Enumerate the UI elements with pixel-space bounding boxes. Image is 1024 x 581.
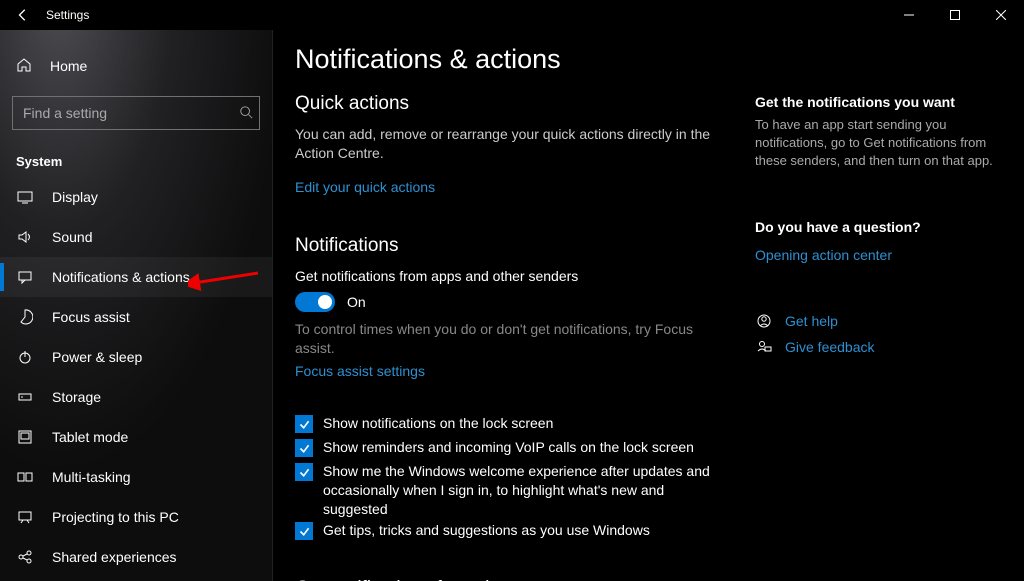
projecting-icon	[16, 509, 34, 525]
notifications-icon	[16, 269, 34, 285]
checkbox-checked-icon[interactable]	[295, 463, 313, 481]
toggle-knob	[318, 295, 332, 309]
opening-action-center-link[interactable]: Opening action center	[755, 247, 892, 263]
feedback-label: Give feedback	[785, 339, 875, 355]
help-label: Get help	[785, 313, 838, 329]
titlebar: Settings	[0, 0, 1024, 30]
minimize-button[interactable]	[886, 0, 932, 30]
focus-assist-icon	[16, 309, 34, 325]
check-row-lock-screen[interactable]: Show notifications on the lock screen	[295, 414, 725, 433]
sidebar-item-label: Storage	[52, 389, 101, 405]
sidebar-item-display[interactable]: Display	[0, 177, 272, 217]
check-label: Show reminders and incoming VoIP calls o…	[323, 438, 694, 457]
notifications-toggle-label: Get notifications from apps and other se…	[295, 267, 725, 286]
sidebar-item-label: Focus assist	[52, 309, 130, 325]
checkbox-checked-icon[interactable]	[295, 439, 313, 457]
sidebar-item-label: Tablet mode	[52, 429, 128, 445]
back-button[interactable]	[8, 8, 38, 22]
power-icon	[16, 349, 34, 365]
window-title: Settings	[38, 8, 89, 22]
check-label: Show me the Windows welcome experience a…	[323, 462, 725, 519]
side-block1-title: Get the notifications you want	[755, 94, 1015, 110]
notifications-toggle[interactable]	[295, 292, 335, 312]
sidebar-item-sound[interactable]: Sound	[0, 217, 272, 257]
search-icon	[239, 105, 253, 122]
checkbox-checked-icon[interactable]	[295, 522, 313, 540]
sidebar-item-label: Sound	[52, 229, 92, 245]
check-row-voip[interactable]: Show reminders and incoming VoIP calls o…	[295, 438, 725, 457]
content-area: Notifications & actions Quick actions Yo…	[272, 30, 1024, 581]
side-block1-text: To have an app start sending you notific…	[755, 116, 1015, 171]
edit-quick-actions-link[interactable]: Edit your quick actions	[295, 179, 435, 195]
nav-list: Display Sound Notifications & actions Fo…	[0, 177, 272, 577]
sidebar-section-label: System	[0, 138, 272, 177]
check-label: Get tips, tricks and suggestions as you …	[323, 521, 650, 540]
home-nav[interactable]: Home	[0, 48, 272, 84]
focus-assist-desc: To control times when you do or don't ge…	[295, 320, 725, 358]
get-help-link[interactable]: Get help	[755, 313, 1015, 329]
sidebar-item-projecting[interactable]: Projecting to this PC	[0, 497, 272, 537]
sidebar-item-storage[interactable]: Storage	[0, 377, 272, 417]
sidebar-item-label: Projecting to this PC	[52, 509, 179, 525]
sidebar-item-label: Notifications & actions	[52, 269, 190, 285]
sidebar-item-notifications[interactable]: Notifications & actions	[0, 257, 272, 297]
search-input[interactable]	[21, 104, 239, 122]
multitasking-icon	[16, 469, 34, 485]
check-row-welcome[interactable]: Show me the Windows welcome experience a…	[295, 462, 725, 519]
check-label: Show notifications on the lock screen	[323, 414, 553, 433]
sidebar-item-label: Power & sleep	[52, 349, 142, 365]
storage-icon	[16, 389, 34, 405]
help-icon	[755, 313, 773, 329]
home-label: Home	[50, 58, 87, 74]
search-box[interactable]	[12, 96, 260, 130]
quick-actions-heading: Quick actions	[295, 93, 725, 115]
sidebar-item-multitasking[interactable]: Multi-tasking	[0, 457, 272, 497]
focus-assist-settings-link[interactable]: Focus assist settings	[295, 363, 425, 379]
maximize-button[interactable]	[932, 0, 978, 30]
sidebar-item-label: Shared experiences	[52, 549, 177, 565]
sidebar: Home System Display Sound	[0, 30, 272, 581]
close-button[interactable]	[978, 0, 1024, 30]
notifications-heading: Notifications	[295, 235, 725, 257]
quick-actions-desc: You can add, remove or rearrange your qu…	[295, 125, 725, 163]
sidebar-item-tablet-mode[interactable]: Tablet mode	[0, 417, 272, 457]
home-icon	[16, 57, 32, 76]
sidebar-item-label: Multi-tasking	[52, 469, 131, 485]
sidebar-item-label: Display	[52, 189, 98, 205]
checkbox-checked-icon[interactable]	[295, 415, 313, 433]
side-question: Do you have a question?	[755, 219, 1015, 235]
display-icon	[16, 189, 34, 205]
check-row-tips[interactable]: Get tips, tricks and suggestions as you …	[295, 521, 725, 540]
sidebar-item-focus-assist[interactable]: Focus assist	[0, 297, 272, 337]
toggle-state-label: On	[347, 294, 366, 310]
feedback-icon	[755, 339, 773, 355]
page-title: Notifications & actions	[295, 44, 725, 75]
sidebar-item-power-sleep[interactable]: Power & sleep	[0, 337, 272, 377]
sound-icon	[16, 229, 34, 245]
give-feedback-link[interactable]: Give feedback	[755, 339, 1015, 355]
sidebar-item-shared-experiences[interactable]: Shared experiences	[0, 537, 272, 577]
tablet-icon	[16, 429, 34, 445]
shared-icon	[16, 549, 34, 565]
